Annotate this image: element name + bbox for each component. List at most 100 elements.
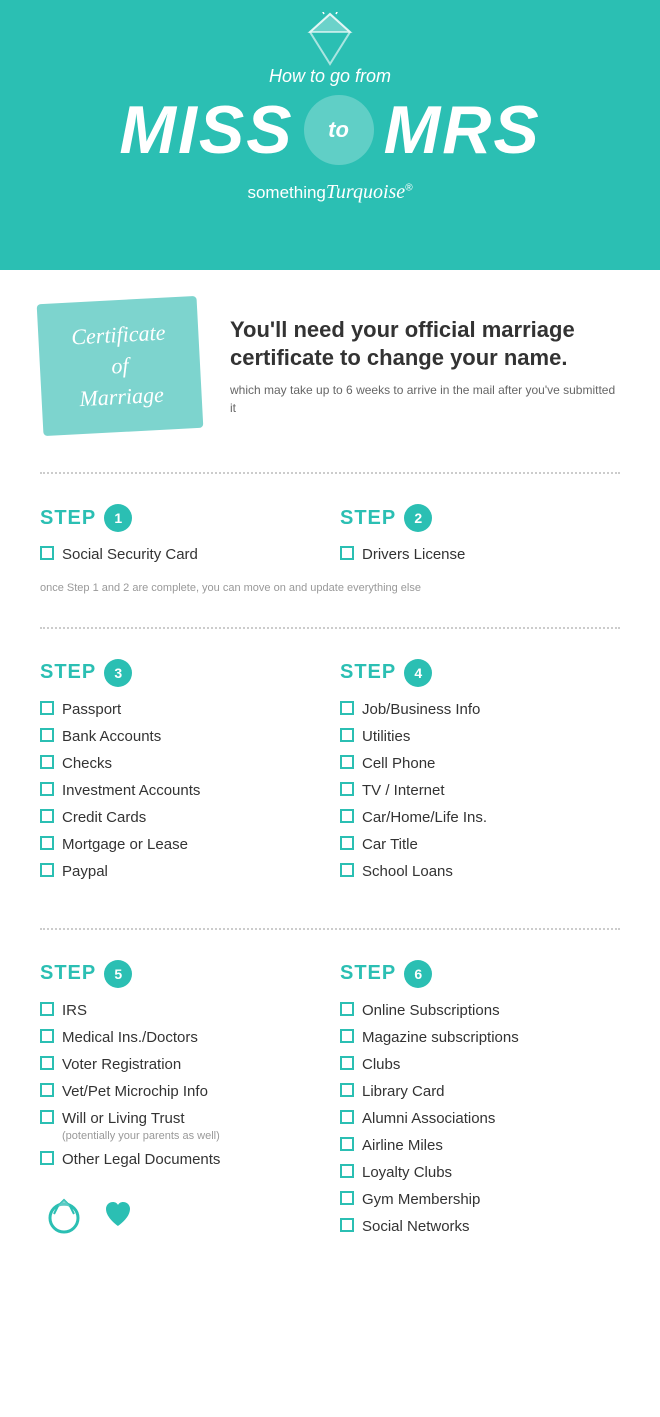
checkbox[interactable] bbox=[340, 546, 354, 560]
item-text: Voter Registration bbox=[62, 1054, 181, 1075]
step-5-col: STEP 5 IRS Medical Ins./Doctors Voter Re… bbox=[40, 960, 320, 1243]
checkbox[interactable] bbox=[40, 836, 54, 850]
list-item: Medical Ins./Doctors bbox=[40, 1027, 320, 1048]
item-text: Utilities bbox=[362, 726, 410, 747]
list-item: Passport bbox=[40, 699, 320, 720]
step-3-col: STEP 3 Passport Bank Accounts Checks Inv… bbox=[40, 659, 320, 888]
checkbox[interactable] bbox=[340, 755, 354, 769]
item-text: Library Card bbox=[362, 1081, 445, 1102]
certificate-section: Certificate of Marriage You'll need your… bbox=[0, 270, 660, 462]
checkbox[interactable] bbox=[340, 1083, 354, 1097]
ring-icon bbox=[40, 1190, 88, 1238]
list-item: Credit Cards bbox=[40, 807, 320, 828]
checkbox[interactable] bbox=[40, 809, 54, 823]
heart-icon bbox=[102, 1198, 134, 1230]
item-text: Alumni Associations bbox=[362, 1108, 495, 1129]
step-3-number: 3 bbox=[104, 659, 132, 687]
step-5-number: 5 bbox=[104, 960, 132, 988]
step-6-col: STEP 6 Online Subscriptions Magazine sub… bbox=[340, 960, 620, 1243]
item-text: Car/Home/Life Ins. bbox=[362, 807, 487, 828]
item-text: Medical Ins./Doctors bbox=[62, 1027, 198, 1048]
item-text: Mortgage or Lease bbox=[62, 834, 188, 855]
item-text: Credit Cards bbox=[62, 807, 146, 828]
checkbox[interactable] bbox=[40, 863, 54, 877]
list-item: IRS bbox=[40, 1000, 320, 1021]
item-text: Car Title bbox=[362, 834, 418, 855]
checkbox[interactable] bbox=[40, 1029, 54, 1043]
divider-3 bbox=[40, 928, 620, 930]
steps-row-2: STEP 3 Passport Bank Accounts Checks Inv… bbox=[40, 659, 620, 888]
checkbox[interactable] bbox=[340, 701, 354, 715]
checkbox[interactable] bbox=[340, 1056, 354, 1070]
checkbox[interactable] bbox=[340, 782, 354, 796]
header-miss: MISS bbox=[119, 91, 293, 169]
list-item: Online Subscriptions bbox=[340, 1000, 620, 1021]
item-text: Passport bbox=[62, 699, 121, 720]
steps-3-4-container: STEP 3 Passport Bank Accounts Checks Inv… bbox=[0, 639, 660, 918]
list-item: Mortgage or Lease bbox=[40, 834, 320, 855]
step-4-col: STEP 4 Job/Business Info Utilities Cell … bbox=[340, 659, 620, 888]
checkbox[interactable] bbox=[340, 863, 354, 877]
checkbox[interactable] bbox=[40, 1056, 54, 1070]
checkbox[interactable] bbox=[40, 728, 54, 742]
checkbox[interactable] bbox=[340, 1137, 354, 1151]
list-item: Car/Home/Life Ins. bbox=[340, 807, 620, 828]
list-item: Gym Membership bbox=[340, 1189, 620, 1210]
step-4-number: 4 bbox=[404, 659, 432, 687]
step-4-header: STEP 4 bbox=[340, 659, 620, 687]
checkbox[interactable] bbox=[340, 809, 354, 823]
step-2-header: STEP 2 bbox=[340, 504, 620, 532]
checkbox[interactable] bbox=[340, 1218, 354, 1232]
cert-subtitle: which may take up to 6 weeks to arrive i… bbox=[230, 381, 620, 417]
checkbox[interactable] bbox=[40, 782, 54, 796]
list-item: Drivers License bbox=[340, 544, 620, 565]
cert-title: You'll need your official marriage certi… bbox=[230, 316, 620, 373]
checkbox[interactable] bbox=[40, 1002, 54, 1016]
item-text: Clubs bbox=[362, 1054, 400, 1075]
list-item: Investment Accounts bbox=[40, 780, 320, 801]
checkbox[interactable] bbox=[340, 1110, 354, 1124]
divider-2 bbox=[40, 627, 620, 629]
header-section: How to go from MISS to MRS somethingTurq… bbox=[0, 0, 660, 270]
checkbox[interactable] bbox=[40, 1083, 54, 1097]
step-5-label: STEP bbox=[40, 962, 96, 985]
certificate-card: Certificate of Marriage bbox=[37, 296, 204, 437]
checkbox[interactable] bbox=[340, 728, 354, 742]
checkbox[interactable] bbox=[340, 1029, 354, 1043]
checkbox[interactable] bbox=[340, 1002, 354, 1016]
item-text: School Loans bbox=[362, 861, 453, 882]
step-6-label: STEP bbox=[340, 962, 396, 985]
list-item: Magazine subscriptions bbox=[340, 1027, 620, 1048]
steps-5-6-container: STEP 5 IRS Medical Ins./Doctors Voter Re… bbox=[0, 940, 660, 1273]
checkbox[interactable] bbox=[40, 755, 54, 769]
item-text: Bank Accounts bbox=[62, 726, 161, 747]
item-text: Social Networks bbox=[362, 1216, 470, 1237]
checkbox[interactable] bbox=[40, 701, 54, 715]
item-text: Cell Phone bbox=[362, 753, 435, 774]
diamond-icon bbox=[300, 12, 360, 72]
list-item: TV / Internet bbox=[340, 780, 620, 801]
steps-row-3: STEP 5 IRS Medical Ins./Doctors Voter Re… bbox=[40, 960, 620, 1243]
checkbox[interactable] bbox=[40, 1151, 54, 1165]
checkbox[interactable] bbox=[340, 1164, 354, 1178]
item-text: Other Legal Documents bbox=[62, 1149, 220, 1170]
list-item: Checks bbox=[40, 753, 320, 774]
step-6-header: STEP 6 bbox=[340, 960, 620, 988]
item-text: Online Subscriptions bbox=[362, 1000, 500, 1021]
checkbox[interactable] bbox=[340, 836, 354, 850]
footer-icons bbox=[40, 1190, 320, 1238]
item-text: Checks bbox=[62, 753, 112, 774]
list-item: Library Card bbox=[340, 1081, 620, 1102]
steps-1-2-container: STEP 1 Social Security Card STEP 2 Drive… bbox=[0, 484, 660, 616]
divider-1 bbox=[40, 472, 620, 474]
checkbox[interactable] bbox=[40, 1110, 54, 1124]
step-5-header: STEP 5 bbox=[40, 960, 320, 988]
item-text: TV / Internet bbox=[362, 780, 445, 801]
step-1-number: 1 bbox=[104, 504, 132, 532]
step-2-col: STEP 2 Drivers License bbox=[340, 504, 620, 571]
checkbox[interactable] bbox=[340, 1191, 354, 1205]
checkbox[interactable] bbox=[40, 546, 54, 560]
step-note: once Step 1 and 2 are complete, you can … bbox=[40, 581, 620, 596]
step-3-header: STEP 3 bbox=[40, 659, 320, 687]
list-item: School Loans bbox=[340, 861, 620, 882]
